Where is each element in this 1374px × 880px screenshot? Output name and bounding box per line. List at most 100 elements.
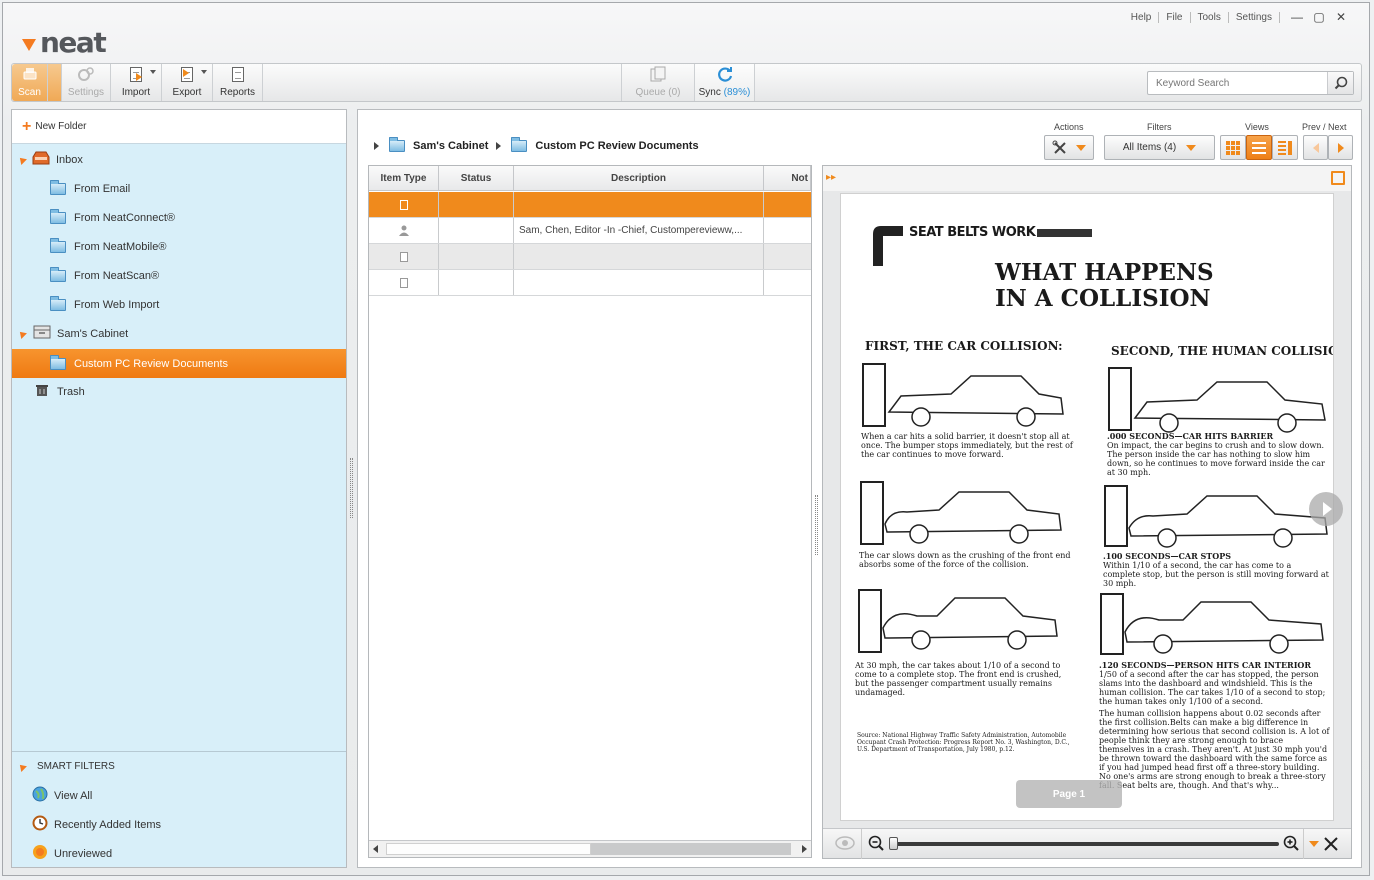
filter-recently-added[interactable]: Recently Added Items — [12, 811, 346, 838]
smart-filters-header[interactable]: SMART FILTERS — [12, 753, 346, 780]
next-page-button[interactable] — [1309, 492, 1343, 526]
item-type-cell — [369, 244, 439, 269]
table-row[interactable] — [369, 270, 811, 296]
scan-dropdown[interactable] — [48, 64, 62, 101]
horizontal-scrollbar[interactable] — [369, 840, 811, 857]
sidebar-item-from-neatmobile[interactable]: From NeatMobile® — [12, 233, 346, 260]
minimize-icon[interactable]: — — [1286, 10, 1308, 24]
table-row[interactable]: Sam, Chen, Editor -In -Chief, Custompere… — [369, 218, 811, 244]
sidebar-splitter[interactable] — [350, 458, 353, 518]
actions-button[interactable] — [1044, 135, 1094, 160]
menu-tools[interactable]: Tools — [1191, 11, 1229, 23]
logo-text: neat — [40, 26, 107, 59]
trash-icon — [35, 383, 49, 400]
breadcrumb-folder[interactable]: Custom PC Review Documents — [535, 140, 698, 152]
export-button[interactable]: Export — [162, 64, 213, 101]
column-header-notes[interactable]: Not — [764, 166, 811, 191]
sidebar-item-from-email[interactable]: From Email — [12, 175, 346, 202]
scroll-track[interactable] — [591, 843, 791, 855]
table-row[interactable] — [369, 192, 811, 218]
reports-button[interactable]: Reports — [213, 64, 263, 101]
eye-icon[interactable] — [835, 835, 855, 851]
search-button[interactable] — [1327, 72, 1353, 94]
scan-button[interactable]: Scan — [12, 64, 48, 101]
prev-button[interactable] — [1303, 135, 1328, 160]
queue-label: Queue (0) — [635, 87, 681, 98]
new-folder-button[interactable]: + New Folder — [12, 110, 346, 144]
search-input[interactable] — [1148, 72, 1326, 94]
next-button[interactable] — [1328, 135, 1353, 160]
expand-arrow-icon[interactable] — [17, 154, 27, 165]
folder-icon — [511, 137, 528, 152]
scanner-icon — [21, 64, 39, 84]
filter-value: All Items (4) — [1122, 142, 1177, 153]
scroll-thumb[interactable] — [386, 843, 591, 855]
folder-label: From Web Import — [74, 298, 160, 311]
menu-settings[interactable]: Settings — [1229, 11, 1280, 23]
breadcrumb-arrow-icon[interactable] — [496, 142, 502, 150]
column-header-status[interactable]: Status — [439, 166, 514, 191]
next-page-icon — [1323, 502, 1332, 516]
zoom-divider — [1303, 829, 1304, 859]
close-icon[interactable]: ✕ — [1330, 10, 1352, 24]
sync-button[interactable]: Sync (89%) — [695, 64, 755, 101]
sidebar-item-from-neatscan[interactable]: From NeatScan® — [12, 262, 346, 289]
sidebar-item-from-neatconnect[interactable]: From NeatConnect® — [12, 204, 346, 231]
folder-label: Custom PC Review Documents — [74, 357, 229, 370]
filters-dropdown[interactable]: All Items (4) — [1104, 135, 1215, 160]
queue-button[interactable]: Queue (0) — [621, 64, 695, 101]
neat-logo: neat — [22, 26, 107, 59]
logo-chevron-icon — [22, 38, 36, 51]
inbox-icon — [32, 151, 50, 168]
folder-icon — [50, 179, 66, 195]
sidebar-item-trash[interactable]: Trash — [12, 378, 346, 405]
preview-tools-dropdown-icon[interactable] — [1309, 841, 1319, 847]
column-header-description[interactable]: Description — [514, 166, 764, 191]
zoom-in-icon[interactable] — [1283, 835, 1299, 851]
view-list-button[interactable] — [1246, 135, 1272, 160]
view-detail-button[interactable] — [1272, 135, 1298, 160]
import-button[interactable]: Import — [111, 64, 162, 101]
sidebar: + New Folder Inbox From Email From NeatC… — [11, 109, 347, 868]
filter-label: Recently Added Items — [54, 818, 162, 831]
new-folder-label: New Folder — [35, 121, 87, 132]
collapse-arrow-icon[interactable] — [17, 761, 27, 772]
items-table: Item Type Status Description Not Sam, Ch… — [368, 165, 812, 858]
maximize-icon[interactable]: ▢ — [1308, 10, 1330, 24]
dropdown-arrow-icon — [1076, 144, 1086, 151]
folder-label: From NeatScan® — [74, 269, 160, 282]
column-header-item-type[interactable]: Item Type — [369, 166, 439, 191]
breadcrumb-cabinet[interactable]: Sam's Cabinet — [413, 140, 488, 152]
settings-button[interactable]: Settings — [62, 64, 111, 101]
expand-arrow-icon[interactable] — [17, 328, 27, 339]
human-collision-illustration-1 — [1108, 367, 1326, 433]
sidebar-item-from-web-import[interactable]: From Web Import — [12, 291, 346, 318]
actions-label: Actions — [1054, 122, 1084, 132]
views-label: Views — [1245, 122, 1269, 132]
tools-icon[interactable] — [1323, 836, 1339, 852]
right-block-2: .100 SECONDS—CAR STOPS Within 1/10 of a … — [1103, 552, 1331, 589]
zoom-out-icon[interactable] — [868, 835, 884, 851]
folder-label: From NeatMobile® — [74, 240, 167, 253]
sidebar-item-sams-cabinet[interactable]: Sam's Cabinet — [12, 320, 346, 347]
folder-icon — [50, 354, 66, 370]
zoom-slider[interactable] — [891, 842, 1279, 846]
breadcrumb-arrow-icon[interactable] — [374, 142, 379, 150]
preview-splitter[interactable] — [815, 495, 818, 555]
sidebar-item-custom-pc-review[interactable]: Custom PC Review Documents — [12, 349, 346, 378]
table-row[interactable] — [369, 244, 811, 270]
scan-label: Scan — [18, 87, 41, 98]
menu-help[interactable]: Help — [1124, 11, 1160, 23]
menu-file[interactable]: File — [1159, 11, 1191, 23]
scroll-left-icon[interactable] — [373, 845, 378, 853]
view-grid-button[interactable] — [1220, 135, 1246, 160]
sidebar-item-inbox[interactable]: Inbox — [12, 146, 346, 173]
scroll-right-icon[interactable] — [802, 845, 807, 853]
popout-icon[interactable] — [1331, 171, 1345, 185]
r4-text: The human collision happens about 0.02 s… — [1099, 709, 1330, 790]
filter-unreviewed[interactable]: Unreviewed — [12, 840, 346, 867]
collapse-preview-icon[interactable]: ▸▸ — [826, 172, 842, 185]
filter-view-all[interactable]: View All — [12, 782, 346, 809]
preview-header: ▸▸ — [823, 166, 1351, 191]
zoom-slider-handle[interactable] — [889, 837, 898, 850]
